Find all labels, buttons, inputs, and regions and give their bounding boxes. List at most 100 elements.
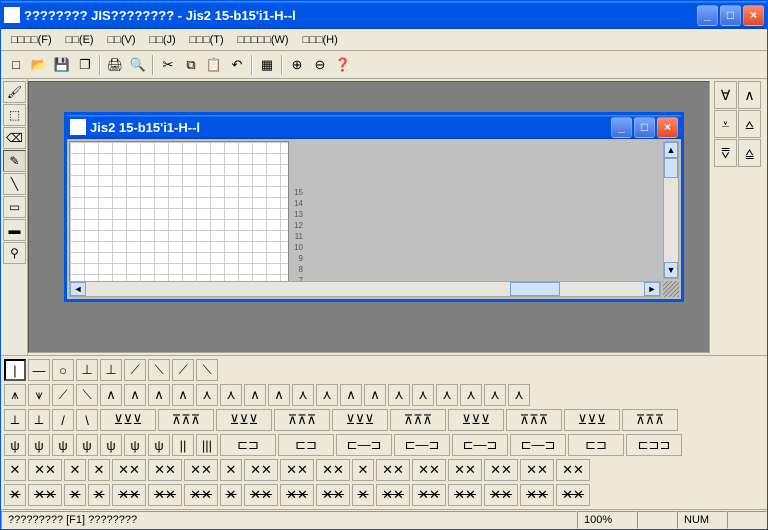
- stitch-glyph[interactable]: ⊼⊼⊼: [274, 409, 330, 431]
- save-all-icon[interactable]: ❐: [74, 54, 96, 76]
- stitch-glyph[interactable]: ⊻⊻⊻: [448, 409, 504, 431]
- stitch-glyph[interactable]: ✕✕: [484, 484, 518, 506]
- stitch-glyph[interactable]: ✕: [88, 459, 110, 481]
- stitch-glyph[interactable]: ✕✕: [148, 459, 182, 481]
- scroll-down-icon[interactable]: ▼: [664, 262, 678, 278]
- stitch-glyph[interactable]: ✕✕: [556, 459, 590, 481]
- stitch-glyph[interactable]: —: [28, 359, 50, 381]
- stitch-glyph[interactable]: ✕✕: [148, 484, 182, 506]
- menu-item-1[interactable]: □□(E): [60, 32, 100, 48]
- stitch-glyph[interactable]: ⋏: [412, 384, 434, 406]
- stitch-glyph[interactable]: ⊏—⊐: [510, 434, 566, 456]
- new-icon[interactable]: □: [5, 54, 27, 76]
- main-titlebar[interactable]: ???????? JIS???????? - Jis2 15-b15'i1-H-…: [1, 1, 767, 29]
- stitch-glyph[interactable]: ✕✕: [184, 484, 218, 506]
- stitch-glyph[interactable]: ✕✕: [520, 484, 554, 506]
- brush-icon[interactable]: 🖌: [3, 81, 26, 103]
- stitch-glyph[interactable]: ⊼⊼⊼: [622, 409, 678, 431]
- stitch-glyph[interactable]: ⊼⊼⊼: [390, 409, 446, 431]
- stitch-glyph[interactable]: ⊏—⊐: [452, 434, 508, 456]
- stitch-glyph[interactable]: |||: [196, 434, 218, 456]
- zoom-out-icon[interactable]: ⊖: [309, 54, 331, 76]
- grid-icon[interactable]: ▦: [256, 54, 278, 76]
- stitch-glyph[interactable]: ⟍: [76, 384, 98, 406]
- stitch-glyph[interactable]: /: [52, 409, 74, 431]
- editing-grid[interactable]: [69, 141, 289, 297]
- print-preview-icon[interactable]: 🔍: [127, 54, 149, 76]
- stitch-glyph[interactable]: ⊥: [100, 359, 122, 381]
- stitch-abar-icon[interactable]: ⩟: [738, 110, 761, 138]
- stitch-glyph[interactable]: ✕: [4, 459, 26, 481]
- stitch-glyph[interactable]: ⩛: [28, 384, 50, 406]
- stitch-glyph[interactable]: ⩚: [4, 384, 26, 406]
- vertical-scrollbar[interactable]: ▲ ▼: [663, 141, 679, 279]
- stitch-glyph[interactable]: ψ: [124, 434, 146, 456]
- stitch-glyph[interactable]: ∧: [268, 384, 290, 406]
- fillrect-icon[interactable]: ▬: [3, 219, 26, 241]
- stitch-glyph[interactable]: ✕✕: [520, 459, 554, 481]
- stitch-glyph[interactable]: ⟍: [196, 359, 218, 381]
- stitch-glyph[interactable]: ✕: [352, 484, 374, 506]
- stitch-glyph[interactable]: ⟋: [172, 359, 194, 381]
- stitch-glyph[interactable]: ✕: [220, 484, 242, 506]
- line-icon[interactable]: ╲: [3, 173, 26, 195]
- stitch-glyph[interactable]: ψ: [76, 434, 98, 456]
- stitch-glyph[interactable]: ||: [172, 434, 194, 456]
- menu-item-0[interactable]: □□□□(F): [5, 32, 58, 48]
- stitch-glyph[interactable]: ⊻⊻⊻: [332, 409, 388, 431]
- undo-icon[interactable]: ↶: [226, 54, 248, 76]
- stitch-glyph[interactable]: ⊏⊐: [568, 434, 624, 456]
- stitch-glyph[interactable]: ✕✕: [244, 484, 278, 506]
- stitch-glyph[interactable]: ∧: [364, 384, 386, 406]
- stitch-glyph[interactable]: ✕✕: [184, 459, 218, 481]
- minimize-button[interactable]: _: [697, 5, 718, 26]
- stitch-glyph[interactable]: ⟂: [4, 409, 26, 431]
- stitch-glyph[interactable]: ∧: [100, 384, 122, 406]
- stitch-v-icon[interactable]: ∀: [714, 81, 737, 109]
- scroll-right-icon[interactable]: ►: [644, 282, 660, 296]
- zoom-in-icon[interactable]: ⊕: [286, 54, 308, 76]
- stitch-glyph[interactable]: ✕✕: [556, 484, 590, 506]
- stitch-glyph[interactable]: ⊏⊐⊐: [626, 434, 682, 456]
- stitch-vbar-icon[interactable]: ⩡: [714, 110, 737, 138]
- stitch-glyph[interactable]: ✕: [64, 459, 86, 481]
- menu-item-3[interactable]: □□(J): [144, 32, 182, 48]
- stitch-glyph[interactable]: ⊏—⊐: [336, 434, 392, 456]
- eyedrop-icon[interactable]: ⚲: [3, 242, 26, 264]
- child-minimize-button[interactable]: _: [611, 117, 632, 138]
- stitch-vd-icon[interactable]: ⩢: [714, 139, 737, 167]
- save-icon[interactable]: 💾: [51, 54, 73, 76]
- stitch-glyph[interactable]: ✕✕: [376, 484, 410, 506]
- child-titlebar[interactable]: Jis2 15-b15'i1-H--l _ □ ×: [67, 115, 681, 139]
- stitch-glyph[interactable]: ✕✕: [448, 484, 482, 506]
- resize-grip[interactable]: [663, 281, 679, 297]
- stitch-glyph[interactable]: ✕: [4, 484, 26, 506]
- close-button[interactable]: ×: [743, 5, 764, 26]
- stitch-glyph[interactable]: ✕✕: [280, 484, 314, 506]
- stitch-glyph[interactable]: ψ: [4, 434, 26, 456]
- marquee-icon[interactable]: ⬚: [3, 104, 26, 126]
- stitch-glyph[interactable]: ✕: [220, 459, 242, 481]
- stitch-glyph[interactable]: ⟍: [148, 359, 170, 381]
- stitch-glyph[interactable]: ⋏: [292, 384, 314, 406]
- stitch-glyph[interactable]: ⊻⊻⊻: [100, 409, 156, 431]
- stitch-glyph[interactable]: ⟋: [52, 384, 74, 406]
- stitch-glyph[interactable]: ✕: [88, 484, 110, 506]
- stitch-glyph[interactable]: ⋏: [484, 384, 506, 406]
- stitch-glyph[interactable]: ⊏⊐: [278, 434, 334, 456]
- menu-item-6[interactable]: □□□(H): [297, 32, 344, 48]
- stitch-glyph[interactable]: ⋏: [196, 384, 218, 406]
- preview-canvas[interactable]: [307, 141, 679, 297]
- help-icon[interactable]: ❓: [332, 54, 354, 76]
- scroll-left-icon[interactable]: ◄: [70, 282, 86, 296]
- menu-item-4[interactable]: □□□(T): [184, 32, 230, 48]
- pencil-icon[interactable]: ✎: [3, 150, 26, 172]
- stitch-glyph[interactable]: ✕✕: [316, 459, 350, 481]
- hscroll-thumb[interactable]: [510, 282, 560, 296]
- stitch-glyph[interactable]: ✕✕: [376, 459, 410, 481]
- scroll-up-icon[interactable]: ▲: [664, 142, 678, 158]
- stitch-glyph[interactable]: |: [4, 359, 26, 381]
- stitch-glyph[interactable]: ⊏—⊐: [394, 434, 450, 456]
- stitch-ad-icon[interactable]: ⩠: [738, 139, 761, 167]
- stitch-glyph[interactable]: ✕✕: [412, 459, 446, 481]
